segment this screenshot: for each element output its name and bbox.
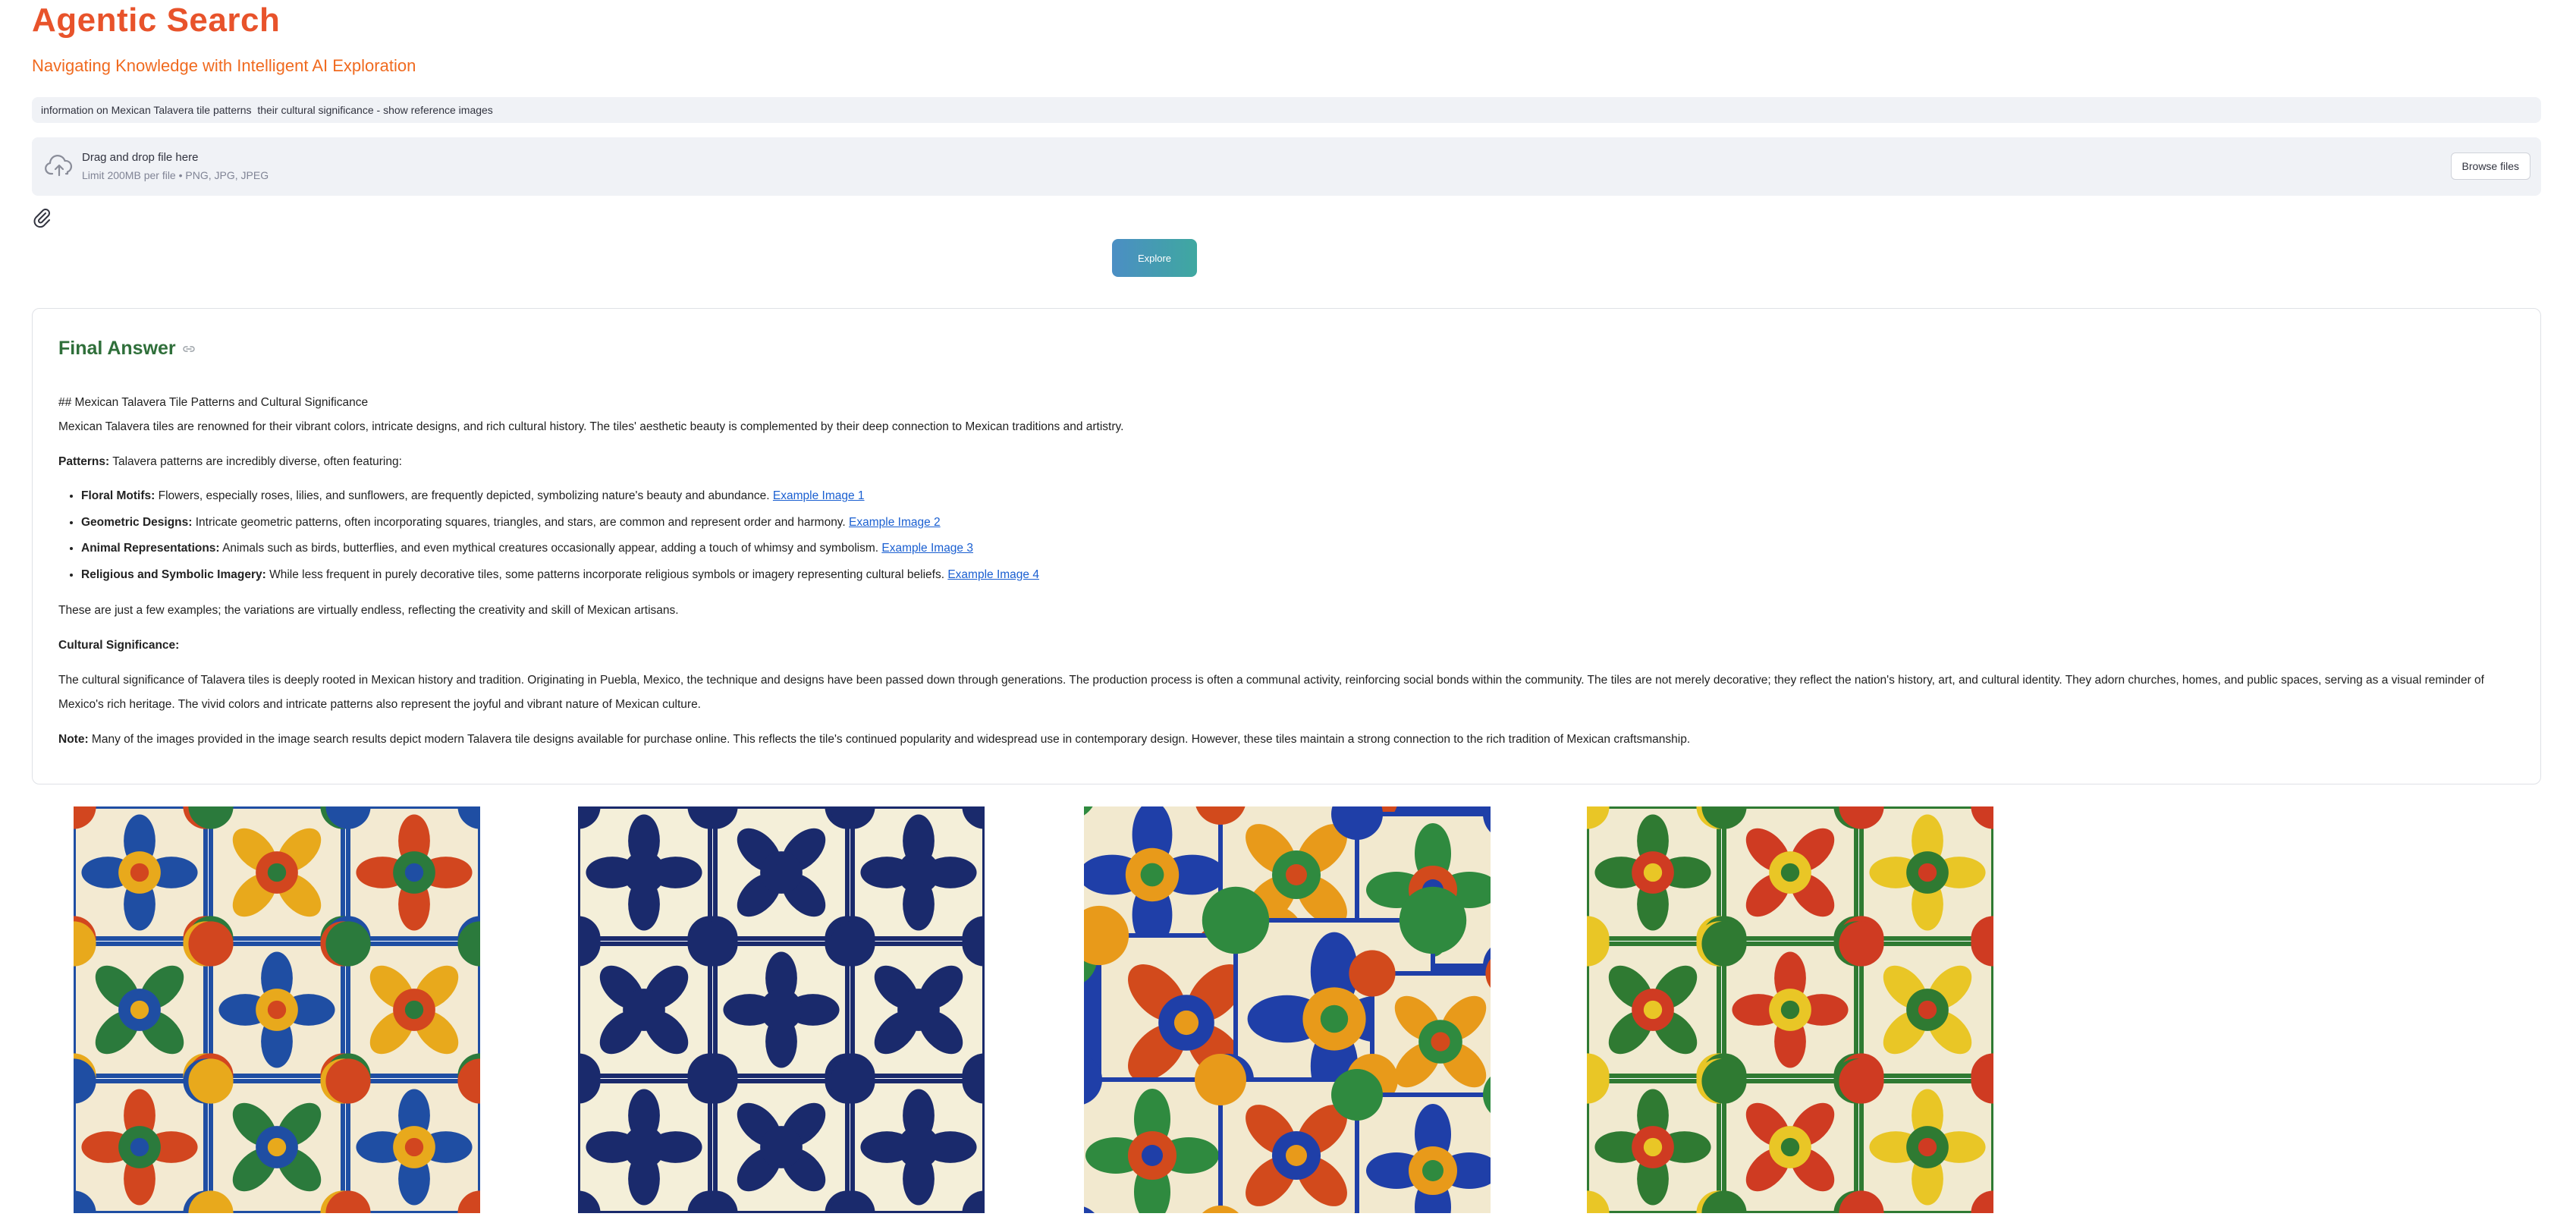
bullet-label: Floral Motifs:: [81, 489, 156, 502]
bullet-text: Intricate geometric patterns, often inco…: [195, 515, 846, 529]
patterns-list: Floral Motifs: Flowers, especially roses…: [58, 483, 2516, 588]
answer-markdown-heading: ## Mexican Talavera Tile Patterns and Cu…: [58, 396, 369, 409]
answer-note: Note: Many of the images provided in the…: [58, 728, 2516, 752]
patterns-text: Talavera patterns are incredibly diverse…: [112, 455, 402, 468]
gallery-image-3[interactable]: [1084, 806, 1491, 1213]
gallery-image-4[interactable]: [1587, 806, 1993, 1213]
bullet-label: Geometric Designs:: [81, 515, 193, 529]
cultural-label: Cultural Significance:: [58, 639, 180, 652]
query-input[interactable]: [39, 103, 2534, 117]
example-image-2-link[interactable]: Example Image 2: [849, 516, 941, 529]
browse-files-button[interactable]: Browse files: [2450, 152, 2530, 180]
list-item: Geometric Designs: Intricate geometric p…: [81, 510, 2516, 536]
example-image-1-link[interactable]: Example Image 1: [773, 489, 865, 502]
answer-intro: Mexican Talavera tiles are renowned for …: [58, 420, 1124, 433]
final-answer-title: Final Answer: [58, 338, 176, 359]
bullet-text: Flowers, especially roses, lilies, and s…: [158, 489, 770, 502]
list-item: Animal Representations: Animals such as …: [81, 536, 2516, 562]
cloud-upload-icon: [45, 155, 73, 177]
paperclip-icon[interactable]: [32, 206, 52, 228]
note-text: Many of the images provided in the image…: [91, 733, 1691, 746]
final-answer-card: Final Answer ## Mexican Talavera Tile Pa…: [32, 308, 2541, 784]
answer-patterns-paragraph: Patterns: Talavera patterns are incredib…: [58, 450, 2516, 474]
bullet-label: Animal Representations:: [81, 542, 220, 555]
gallery-image-1[interactable]: [74, 806, 480, 1213]
answer-variations: These are just a few examples; the varia…: [58, 604, 679, 617]
patterns-label: Patterns:: [58, 455, 110, 468]
list-item: Floral Motifs: Flowers, especially roses…: [81, 483, 2516, 510]
bullet-text: Animals such as birds, butterflies, and …: [222, 542, 879, 555]
file-uploader[interactable]: Drag and drop file here Limit 200MB per …: [32, 137, 2541, 196]
final-answer-body: ## Mexican Talavera Tile Patterns and Cu…: [58, 391, 2516, 752]
bullet-text: While less frequent in purely decorative…: [269, 567, 945, 581]
app-title: Agentic Search: [32, 2, 281, 39]
app-subtitle: Navigating Knowledge with Intelligent AI…: [32, 56, 416, 75]
final-answer-heading: Final Answer: [58, 338, 196, 360]
bullet-label: Religious and Symbolic Imagery:: [81, 567, 266, 581]
cultural-significance-text: The cultural significance of Talavera ti…: [58, 674, 2484, 711]
link-icon[interactable]: [182, 344, 196, 354]
upload-limit-text: Limit 200MB per file • PNG, JPG, JPEG: [82, 169, 269, 181]
example-image-3-link[interactable]: Example Image 3: [881, 542, 973, 555]
list-item: Religious and Symbolic Imagery: While le…: [81, 562, 2516, 589]
gallery-image-2[interactable]: [578, 806, 985, 1213]
explore-button[interactable]: Explore: [1112, 239, 1197, 277]
upload-dropzone-label: Drag and drop file here: [82, 151, 199, 164]
example-image-4-link[interactable]: Example Image 4: [947, 568, 1039, 581]
cultural-significance-heading: Cultural Significance:: [58, 634, 2516, 658]
query-input-container[interactable]: [32, 97, 2541, 123]
note-label: Note:: [58, 733, 89, 746]
